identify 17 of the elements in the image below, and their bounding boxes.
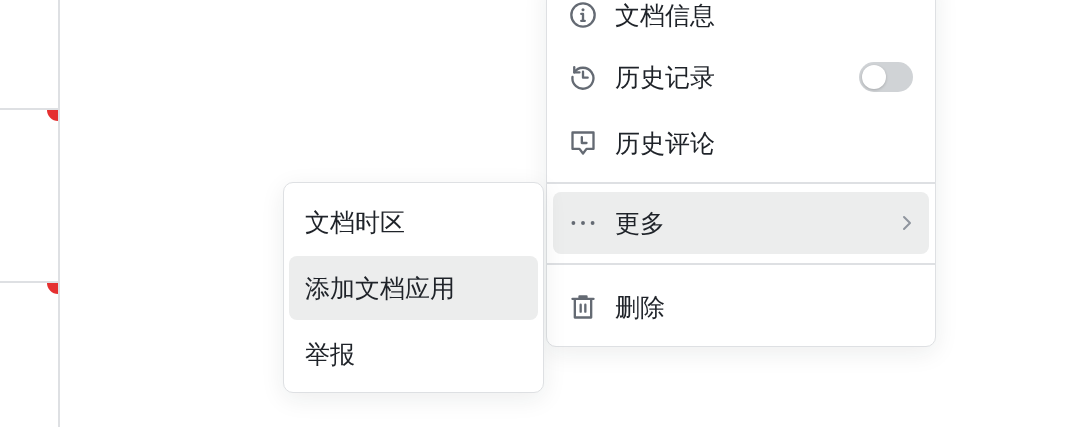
info-icon <box>569 1 597 29</box>
menu-item[interactable]: 历史记录 <box>553 44 929 110</box>
chevron-right-icon <box>901 213 913 233</box>
comment-marker <box>47 283 58 294</box>
comment-marker <box>47 110 58 121</box>
menu-item[interactable]: 历史评论 <box>553 110 929 176</box>
toggle-switch[interactable] <box>859 62 913 92</box>
menu-item[interactable]: 更多 <box>553 192 929 254</box>
more-icon <box>571 221 595 225</box>
delete-icon <box>569 293 597 321</box>
menu-item[interactable]: 删除 <box>553 274 929 340</box>
menu-item[interactable]: 文档信息 <box>553 0 929 44</box>
menu-item[interactable]: 文档时区 <box>289 190 538 254</box>
comment-icon <box>569 129 597 157</box>
history-icon <box>569 63 597 91</box>
menu-item[interactable]: 举报 <box>289 322 538 386</box>
menu-item[interactable]: 添加文档应用 <box>289 256 538 320</box>
